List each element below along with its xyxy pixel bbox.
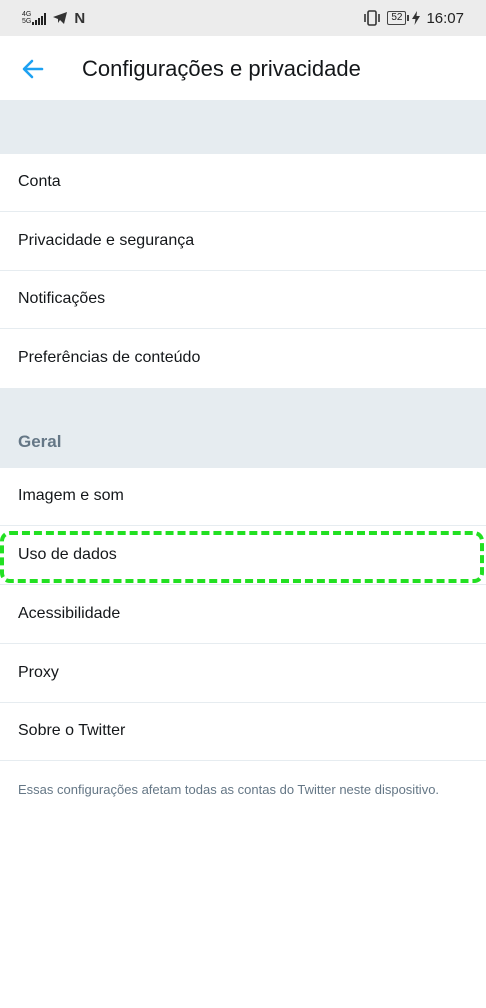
charging-icon <box>412 11 421 25</box>
settings-item-sobre[interactable]: Sobre o Twitter <box>0 703 486 761</box>
settings-item-label: Conta <box>18 173 61 190</box>
page-title: Configurações e privacidade <box>82 56 361 81</box>
settings-item-label: Notificações <box>18 290 106 307</box>
back-arrow-icon[interactable] <box>18 54 48 84</box>
telegram-icon <box>53 12 68 24</box>
section-spacer <box>0 100 486 154</box>
nfc-icon: N <box>74 9 86 27</box>
settings-item-imagem-som[interactable]: Imagem e som <box>0 468 486 526</box>
settings-item-label: Privacidade e segurança <box>18 232 195 249</box>
settings-item-label: Imagem e som <box>18 487 124 504</box>
settings-item-notificacoes[interactable]: Notificações <box>0 271 486 329</box>
settings-item-label: Sobre o Twitter <box>18 722 126 739</box>
section-header-geral: Geral <box>0 388 486 468</box>
settings-item-acessibilidade[interactable]: Acessibilidade <box>0 586 486 644</box>
network-indicator: 4G 5G <box>22 11 47 25</box>
settings-item-proxy[interactable]: Proxy <box>0 645 486 703</box>
settings-item-label: Proxy <box>18 664 59 681</box>
status-bar: 4G 5G N 52 16:07 <box>0 0 486 36</box>
status-right: 52 16:07 <box>363 8 464 28</box>
settings-item-label: Preferências de conteúdo <box>18 349 201 366</box>
network-subtype: 5G <box>22 18 32 25</box>
settings-item-conta[interactable]: Conta <box>0 154 486 212</box>
signal-icon <box>32 13 47 25</box>
settings-item-privacidade[interactable]: Privacidade e segurança <box>0 213 486 271</box>
clock: 16:07 <box>426 9 464 27</box>
settings-item-label: Uso de dados <box>18 546 117 563</box>
app-header: Configurações e privacidade <box>0 36 486 100</box>
settings-item-preferencias[interactable]: Preferências de conteúdo <box>0 330 486 388</box>
footer-note: Essas configurações afetam todas as cont… <box>18 782 440 797</box>
network-type: 4G <box>22 11 32 18</box>
vibrate-icon <box>364 10 381 26</box>
settings-item-uso-dados[interactable]: Uso de dados <box>0 527 486 585</box>
section-title: Geral <box>18 432 62 451</box>
settings-item-label: Acessibilidade <box>18 605 121 622</box>
status-left: 4G 5G N <box>22 8 85 28</box>
battery-icon: 52 <box>387 11 410 25</box>
